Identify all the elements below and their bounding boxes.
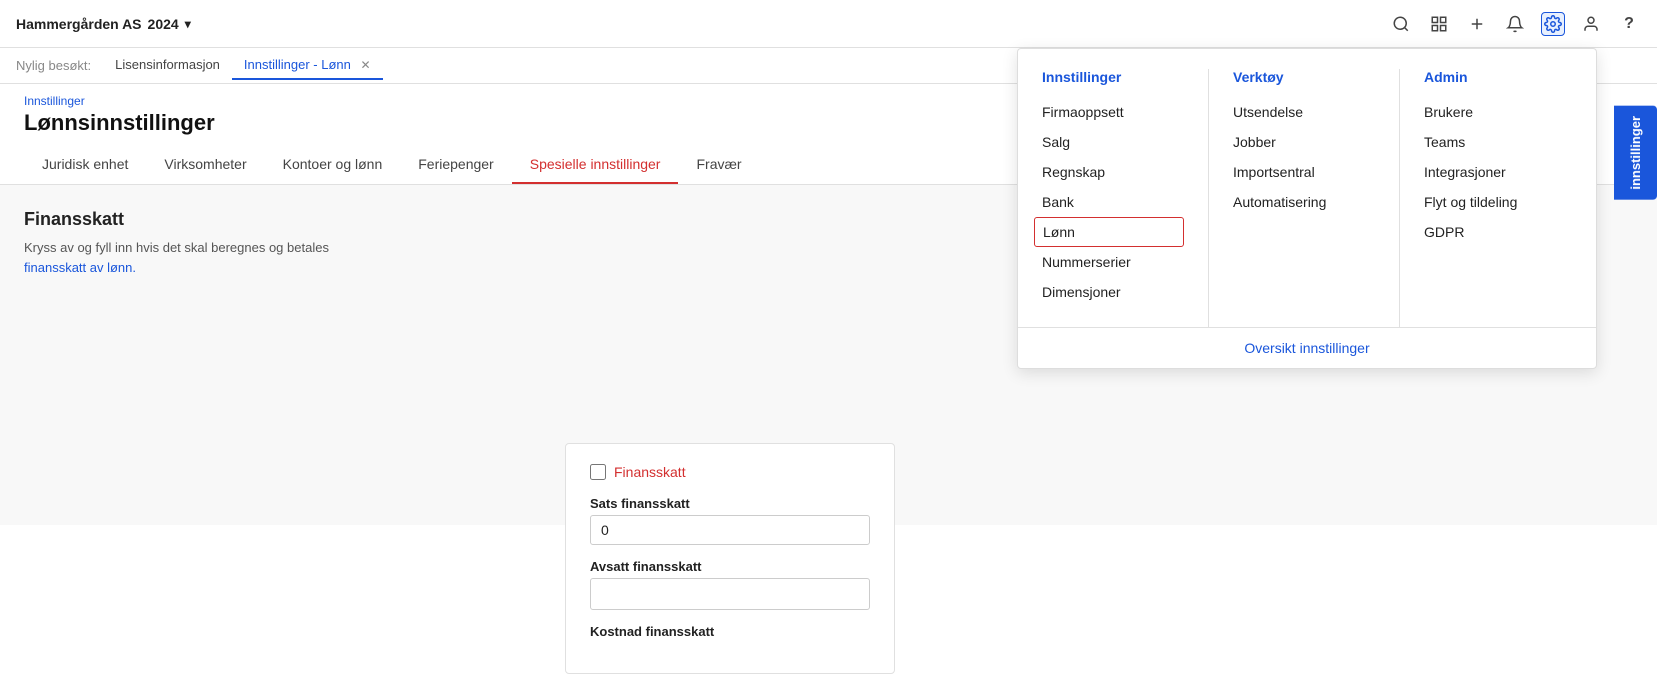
search-icon[interactable] [1389, 12, 1413, 36]
tab-fravaer[interactable]: Fravær [678, 146, 759, 184]
topbar-icons: ? [1389, 12, 1641, 36]
kostnad-finansskatt-row: Kostnad finansskatt [590, 624, 870, 639]
col3-title: Admin [1424, 69, 1566, 85]
checkbox-row: Finansskatt [590, 464, 870, 480]
close-tab-icon[interactable]: ✕ [361, 58, 371, 72]
chevron-down-icon: ▾ [185, 17, 191, 31]
gear-icon[interactable] [1541, 12, 1565, 36]
company-selector[interactable]: Hammergården AS 2024 ▾ [16, 16, 191, 32]
dropdown-gdpr[interactable]: GDPR [1424, 217, 1566, 247]
tab-feriepenger[interactable]: Feriepenger [400, 146, 512, 184]
dropdown-importsentral[interactable]: Importsentral [1233, 157, 1375, 187]
topbar-left: Hammergården AS 2024 ▾ [16, 16, 191, 32]
recent-tab-innstillinger-lonn[interactable]: Innstillinger - Lønn ✕ [232, 51, 383, 80]
avsatt-input[interactable] [590, 578, 870, 610]
tab-spesielle-innstillinger[interactable]: Spesielle innstillinger [512, 146, 679, 184]
recent-label: Nylig besøkt: [16, 58, 91, 73]
dropdown-salg[interactable]: Salg [1042, 127, 1184, 157]
dropdown-col-innstillinger: Innstillinger Firmaoppsett Salg Regnskap… [1018, 69, 1208, 327]
user-icon[interactable] [1579, 12, 1603, 36]
plus-icon[interactable] [1465, 12, 1489, 36]
dropdown-automatisering[interactable]: Automatisering [1233, 187, 1375, 217]
section-title: Finansskatt [24, 209, 544, 230]
year-label: 2024 [148, 16, 179, 32]
dropdown-dimensjoner[interactable]: Dimensjoner [1042, 277, 1184, 307]
dropdown-footer[interactable]: Oversikt innstillinger [1018, 327, 1596, 368]
dropdown-bank[interactable]: Bank [1042, 187, 1184, 217]
company-name: Hammergården AS [16, 16, 142, 32]
topbar: Hammergården AS 2024 ▾ ? [0, 0, 1657, 48]
sats-input[interactable] [590, 515, 870, 545]
help-icon[interactable]: ? [1617, 12, 1641, 36]
finansskatt-checkbox[interactable] [590, 464, 606, 480]
finansskatt-checkbox-label: Finansskatt [614, 464, 686, 480]
recent-tab-lisensinformasjon[interactable]: Lisensinformasjon [103, 51, 232, 80]
sats-label: Sats finansskatt [590, 496, 870, 511]
dropdown-nummerserier[interactable]: Nummerserier [1042, 247, 1184, 277]
dropdown-jobber[interactable]: Jobber [1233, 127, 1375, 157]
bell-icon[interactable] [1503, 12, 1527, 36]
dropdown-utsendelse[interactable]: Utsendelse [1233, 97, 1375, 127]
grid-icon[interactable] [1427, 12, 1451, 36]
section-desc-link[interactable]: finansskatt av lønn. [24, 260, 136, 275]
avsatt-label: Avsatt finansskatt [590, 559, 870, 574]
dropdown-brukere[interactable]: Brukere [1424, 97, 1566, 127]
tab-juridisk-enhet[interactable]: Juridisk enhet [24, 146, 146, 184]
settings-side-button[interactable]: innstillinger [1614, 106, 1657, 200]
dropdown-col-admin: Admin Brukere Teams Integrasjoner Flyt o… [1400, 69, 1590, 327]
tab-kontoer-og-lonn[interactable]: Kontoer og lønn [265, 146, 401, 184]
dropdown-col-verktoy: Verktøy Utsendelse Jobber Importsentral … [1209, 69, 1399, 327]
col2-title: Verktøy [1233, 69, 1375, 85]
dropdown-teams[interactable]: Teams [1424, 127, 1566, 157]
dropdown-integrasjoner[interactable]: Integrasjoner [1424, 157, 1566, 187]
form-panel: Finansskatt Sats finansskatt Avsatt fina… [565, 443, 895, 674]
sats-finansskatt-row: Sats finansskatt [590, 496, 870, 545]
settings-dropdown: Innstillinger Firmaoppsett Salg Regnskap… [1017, 48, 1597, 369]
dropdown-cols: Innstillinger Firmaoppsett Salg Regnskap… [1018, 69, 1596, 327]
dropdown-firmaoppsett[interactable]: Firmaoppsett [1042, 97, 1184, 127]
col1-title: Innstillinger [1042, 69, 1184, 85]
kostnad-label: Kostnad finansskatt [590, 624, 870, 639]
tab-virksomheter[interactable]: Virksomheter [146, 146, 264, 184]
dropdown-regnskap[interactable]: Regnskap [1042, 157, 1184, 187]
avsatt-finansskatt-row: Avsatt finansskatt [590, 559, 870, 610]
section-desc: Kryss av og fyll inn hvis det skal bereg… [24, 238, 544, 277]
finansskatt-section: Finansskatt Kryss av og fyll inn hvis de… [24, 209, 544, 277]
dropdown-flyt-tildeling[interactable]: Flyt og tildeling [1424, 187, 1566, 217]
dropdown-lonn[interactable]: Lønn [1034, 217, 1184, 247]
